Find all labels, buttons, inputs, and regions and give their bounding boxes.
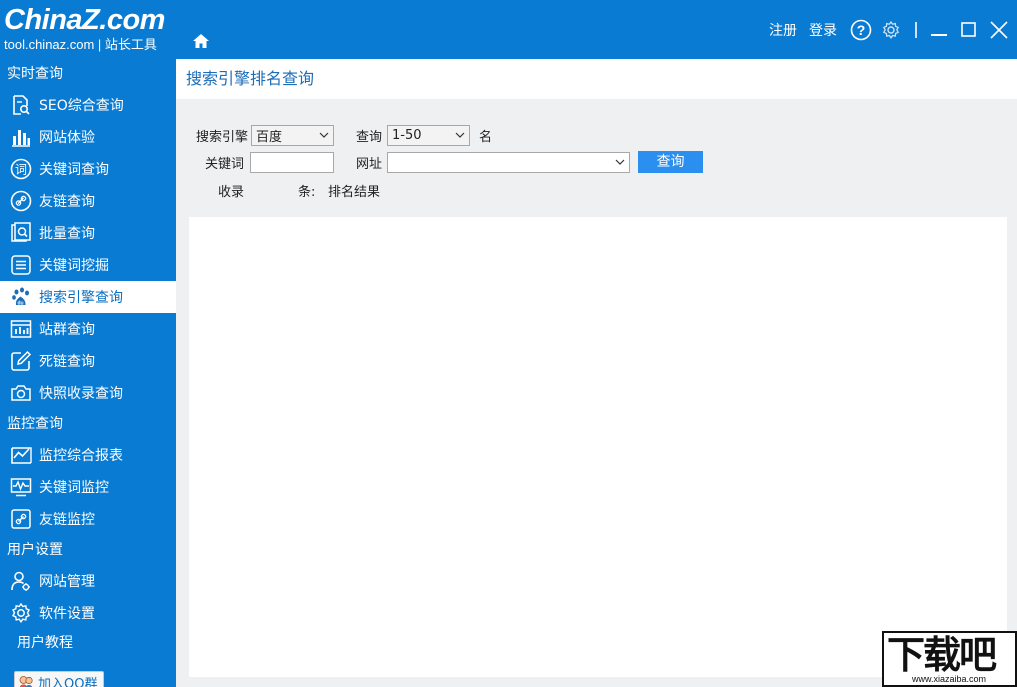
keyword-icon: 词 (10, 158, 32, 180)
engine-select-value: 百度 (256, 126, 282, 145)
svg-text:?: ? (857, 22, 866, 38)
link-monitor-icon (10, 508, 32, 530)
sidebar-item-search-engine[interactable]: du 搜索引擎查询 (0, 281, 176, 313)
svg-text:词: 词 (15, 163, 27, 177)
watermark-logo: 下载吧 www.xiazaiba.com (882, 631, 1017, 687)
url-label: 网址 (356, 153, 387, 172)
sidebar-item-label: 快照收录查询 (39, 383, 123, 403)
sidebar-item-label: 关键词监控 (39, 477, 109, 497)
sidebar-item-keyword-monitor[interactable]: 关键词监控 (0, 471, 176, 503)
sidebar-item-site-group[interactable]: 站群查询 (0, 313, 176, 345)
sidebar-item-label: 网站体验 (39, 127, 95, 147)
sidebar-item-label: 软件设置 (39, 603, 95, 623)
sidebar-item-dead-link[interactable]: 死链查询 (0, 345, 176, 377)
section-title-monitor: 监控查询 (0, 409, 176, 439)
seo-report-icon (10, 94, 32, 116)
window-controls: 注册 登录 ? (769, 14, 1017, 46)
logo: ChinaZ.com tool.chinaz.com | 站长工具 (4, 3, 165, 53)
sidebar-item-software-settings[interactable]: 软件设置 (0, 597, 176, 629)
sidebar-item-batch-query[interactable]: 批量查询 (0, 217, 176, 249)
minimize-icon[interactable] (927, 18, 951, 42)
monitor-wave-icon (10, 476, 32, 498)
watermark-text: 下载吧 (884, 633, 1015, 677)
page-title: 搜索引擎排名查询 (176, 59, 1017, 99)
login-link[interactable]: 登录 (809, 20, 837, 40)
line-chart-icon (10, 444, 32, 466)
maximize-icon[interactable] (957, 18, 981, 42)
engine-row: 搜索引擎 百度 查询 1-50 名 (196, 125, 492, 146)
sidebar-item-label: 关键词查询 (39, 159, 109, 179)
query-range-label: 查询 (356, 126, 387, 145)
sidebar-item-site-experience[interactable]: 网站体验 (0, 121, 176, 153)
baidu-paw-icon: du (10, 286, 32, 308)
watermark-url: www.xiazaiba.com (912, 674, 986, 684)
engine-label: 搜索引擎 (196, 126, 251, 145)
qq-group-label: 加入QQ群 (38, 673, 97, 687)
result-summary-row: 收录 条: 排名结果 (218, 181, 380, 200)
close-icon[interactable] (987, 18, 1011, 42)
sidebar-item-friend-link[interactable]: 友链查询 (0, 185, 176, 217)
batch-search-icon (10, 222, 32, 244)
sidebar-item-label: 站群查询 (39, 319, 95, 339)
sidebar-item-label: 关键词挖掘 (39, 255, 109, 275)
settings-icon[interactable] (879, 18, 903, 42)
user-manage-icon (10, 570, 32, 592)
logo-main-text: ChinaZ.com (4, 3, 165, 37)
main-panel: 搜索引擎排名查询 搜索引擎 百度 查询 1-50 名 关键词 网址 查询 收录 … (176, 59, 1017, 687)
engine-select[interactable]: 百度 (251, 125, 334, 146)
sidebar-item-tutorial[interactable]: 用户教程 (0, 629, 176, 657)
sidebar-item-keyword-mining[interactable]: 关键词挖掘 (0, 249, 176, 281)
title-divider (915, 22, 917, 38)
range-select[interactable]: 1-50 (387, 125, 470, 146)
result-area[interactable] (189, 217, 1007, 677)
sidebar-item-seo[interactable]: SEO综合查询 (0, 89, 176, 121)
sidebar-item-site-manage[interactable]: 网站管理 (0, 565, 176, 597)
keyword-row: 关键词 网址 查询 (205, 151, 703, 173)
keyword-label: 关键词 (205, 153, 250, 172)
link-icon (10, 190, 32, 212)
register-link[interactable]: 注册 (769, 20, 797, 40)
edit-icon (10, 350, 32, 372)
site-group-icon (10, 318, 32, 340)
sidebar-item-link-monitor[interactable]: 友链监控 (0, 503, 176, 535)
chevron-down-icon (319, 128, 329, 143)
chevron-down-icon (455, 128, 465, 143)
logo-sub-text: tool.chinaz.com | 站长工具 (4, 37, 165, 53)
count-label: 条: (298, 181, 328, 200)
sidebar-item-keyword-query[interactable]: 词 关键词查询 (0, 153, 176, 185)
sidebar-item-label: 搜索引擎查询 (39, 287, 123, 307)
section-title-realtime: 实时查询 (0, 59, 176, 89)
gear-icon (10, 602, 32, 624)
sidebar-item-label: 监控综合报表 (39, 445, 123, 465)
title-bar: ChinaZ.com tool.chinaz.com | 站长工具 注册 登录 … (0, 0, 1017, 59)
sidebar-item-label: 友链监控 (39, 509, 95, 529)
join-qq-group-button[interactable]: 加入QQ群 (14, 671, 104, 687)
sidebar-item-label: 友链查询 (39, 191, 95, 211)
indexed-label: 收录 (218, 181, 298, 200)
help-icon[interactable]: ? (849, 18, 873, 42)
sidebar-item-label: SEO综合查询 (39, 95, 124, 115)
sidebar-item-snapshot[interactable]: 快照收录查询 (0, 377, 176, 409)
section-title-user: 用户设置 (0, 535, 176, 565)
keyword-input[interactable] (250, 152, 334, 173)
rank-suffix-label: 名 (479, 126, 492, 145)
result-label: 排名结果 (328, 181, 380, 200)
home-icon[interactable] (192, 33, 210, 49)
sidebar-item-label: 死链查询 (39, 351, 95, 371)
sidebar-item-monitor-report[interactable]: 监控综合报表 (0, 439, 176, 471)
bar-chart-icon (10, 126, 32, 148)
sidebar: 实时查询 SEO综合查询 网站体验 词 关键词查询 友链查询 批量查询 关键词挖… (0, 59, 176, 687)
sidebar-item-label: 批量查询 (39, 223, 95, 243)
url-combobox[interactable] (387, 152, 630, 173)
list-icon (10, 254, 32, 276)
sidebar-item-label: 网站管理 (39, 571, 95, 591)
chevron-down-icon (615, 155, 625, 170)
svg-text:du: du (17, 301, 23, 307)
range-select-value: 1-50 (392, 128, 422, 143)
camera-icon (10, 382, 32, 404)
query-button[interactable]: 查询 (638, 151, 703, 173)
qq-avatar-icon (18, 674, 34, 687)
